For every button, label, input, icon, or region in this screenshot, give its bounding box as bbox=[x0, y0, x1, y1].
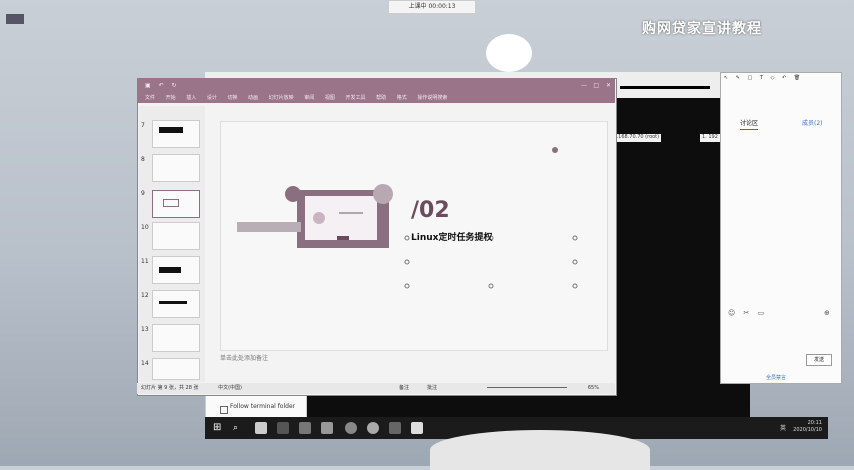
browser-icon[interactable] bbox=[345, 422, 357, 434]
tell-me-search[interactable]: 操作说明搜索 bbox=[417, 93, 447, 103]
slide-thumbnail[interactable] bbox=[152, 358, 200, 380]
zoom-level[interactable]: 65% bbox=[588, 383, 599, 394]
trash-icon[interactable]: 🗑 bbox=[794, 75, 800, 81]
chat-panel-toolbar: ↖ ✎ □ T ◇ ↶ 🗑 bbox=[720, 72, 840, 84]
terminal-address-bar[interactable] bbox=[620, 86, 710, 89]
thumb-number: 8 bbox=[141, 156, 145, 163]
redo-icon[interactable]: ↻ bbox=[172, 82, 177, 89]
chat-tabs: 讨论区 成员(2) bbox=[720, 116, 840, 130]
clock-date: 2020/10/10 bbox=[793, 427, 822, 433]
ppt-status-bar: 幻灯片 第 9 张，共 28 张 中文(中国) 备注 批注 65% bbox=[137, 383, 615, 394]
tab-review[interactable]: 审阅 bbox=[304, 93, 314, 103]
slide-number: /02 bbox=[411, 198, 450, 223]
status-slide-count: 幻灯片 第 9 张，共 28 张 bbox=[141, 385, 199, 391]
slide-thumbnail-pane: 7 8 9 10 11 12 13 14 bbox=[139, 106, 205, 382]
terminal-session-tab-2[interactable]: 1. 192 bbox=[700, 134, 720, 142]
tab-file[interactable]: 文件 bbox=[145, 93, 155, 103]
notes-toggle[interactable]: 备注 bbox=[399, 383, 409, 394]
app-icon[interactable] bbox=[299, 422, 311, 434]
add-icon[interactable]: ⊕ bbox=[824, 309, 830, 317]
thumb-number: 13 bbox=[141, 326, 149, 333]
minimize-icon[interactable]: — bbox=[581, 78, 587, 93]
tab-developer[interactable]: 开发工具 bbox=[345, 93, 365, 103]
terminal-app-icon[interactable] bbox=[389, 422, 401, 434]
mascot-figure bbox=[486, 34, 532, 72]
tab-transitions[interactable]: 切换 bbox=[227, 93, 237, 103]
undo-icon[interactable]: ↶ bbox=[782, 75, 786, 81]
desktop-rock bbox=[430, 430, 650, 470]
desktop-icon-image bbox=[6, 14, 24, 24]
follow-folder-label: Follow terminal folder bbox=[230, 403, 296, 410]
comments-toggle[interactable]: 批注 bbox=[427, 383, 437, 394]
scissors-icon[interactable]: ✂ bbox=[744, 309, 750, 317]
slide-title: Linux定时任务提权 bbox=[411, 233, 493, 243]
pen-icon[interactable]: ✎ bbox=[736, 75, 740, 81]
system-clock[interactable]: 20:11 2020/10/10 bbox=[793, 420, 822, 434]
search-icon[interactable]: ⌕ bbox=[233, 422, 245, 434]
follow-folder-checkbox[interactable] bbox=[220, 406, 228, 414]
app-icon[interactable] bbox=[411, 422, 423, 434]
thumb-number: 12 bbox=[141, 292, 149, 299]
slide-thumbnail[interactable] bbox=[152, 120, 200, 148]
slide-thumbnail[interactable] bbox=[152, 256, 200, 284]
pointer-icon[interactable]: ↖ bbox=[724, 75, 728, 81]
slide-thumbnail[interactable] bbox=[152, 222, 200, 250]
tab-view[interactable]: 视图 bbox=[325, 93, 335, 103]
thumb-number: 10 bbox=[141, 224, 149, 231]
tab-design[interactable]: 设计 bbox=[207, 93, 217, 103]
zoom-slider[interactable] bbox=[487, 387, 567, 388]
thumb-number: 14 bbox=[141, 360, 149, 367]
thumb-number: 7 bbox=[141, 122, 145, 129]
app-icon[interactable] bbox=[277, 422, 289, 434]
undo-icon[interactable]: ↶ bbox=[159, 82, 164, 89]
app-icon[interactable] bbox=[321, 422, 333, 434]
status-language: 中文(中国) bbox=[218, 385, 242, 391]
emoji-icon[interactable]: ☺ bbox=[728, 309, 735, 317]
send-button[interactable]: 发送 bbox=[806, 354, 832, 366]
image-icon[interactable]: ▭ bbox=[758, 309, 765, 317]
watermark: 购网贷家宣讲教程 bbox=[642, 21, 762, 37]
slide-canvas[interactable]: /02 Linux定时任务提权 bbox=[220, 121, 608, 351]
mute-all-label[interactable]: 全员禁言 bbox=[766, 374, 786, 381]
slide-thumbnail[interactable] bbox=[152, 154, 200, 182]
ppt-ribbon: 文件 开始 插入 设计 切换 动画 幻灯片放映 审阅 视图 开发工具 帮助 格式… bbox=[137, 93, 615, 103]
task-view-icon[interactable] bbox=[255, 422, 267, 434]
recording-bar[interactable]: 上课中 00:00:13 bbox=[388, 0, 476, 14]
square-icon[interactable]: □ bbox=[748, 75, 753, 81]
tab-insert[interactable]: 插入 bbox=[186, 93, 196, 103]
text-icon[interactable]: T bbox=[760, 75, 763, 81]
chat-tool-icons: ☺ ✂ ▭ bbox=[728, 309, 764, 317]
notes-pane[interactable]: 单击此处添加备注 bbox=[220, 352, 606, 372]
slide-thumbnail[interactable] bbox=[152, 324, 200, 352]
clock-time: 20:11 bbox=[807, 420, 822, 426]
slide-thumbnail-selected[interactable] bbox=[152, 190, 200, 218]
tab-format[interactable]: 格式 bbox=[397, 93, 407, 103]
maximize-icon[interactable]: □ bbox=[593, 78, 599, 93]
close-icon[interactable]: ✕ bbox=[606, 78, 611, 93]
desktop-icon[interactable] bbox=[2, 14, 42, 40]
ime-indicator[interactable]: 英 bbox=[780, 423, 786, 432]
tab-discussion[interactable]: 讨论区 bbox=[740, 118, 759, 130]
slide-thumbnail[interactable] bbox=[152, 290, 200, 318]
eraser-icon[interactable]: ◇ bbox=[771, 75, 775, 81]
save-icon[interactable]: ▣ bbox=[145, 82, 151, 89]
tab-help[interactable]: 帮助 bbox=[376, 93, 386, 103]
thumb-number: 9 bbox=[141, 190, 145, 197]
tab-home[interactable]: 开始 bbox=[166, 93, 176, 103]
chrome-icon[interactable] bbox=[367, 422, 379, 434]
tab-members[interactable]: 成员(2) bbox=[802, 118, 823, 127]
thumb-number: 11 bbox=[141, 258, 149, 265]
tab-animations[interactable]: 动画 bbox=[248, 93, 258, 103]
windows-start-icon[interactable]: ⊞ bbox=[213, 422, 225, 434]
tab-slideshow[interactable]: 幻灯片放映 bbox=[269, 93, 294, 103]
ppt-title-bar: ▣ ↶ ↻ — □ ✕ bbox=[137, 78, 615, 93]
